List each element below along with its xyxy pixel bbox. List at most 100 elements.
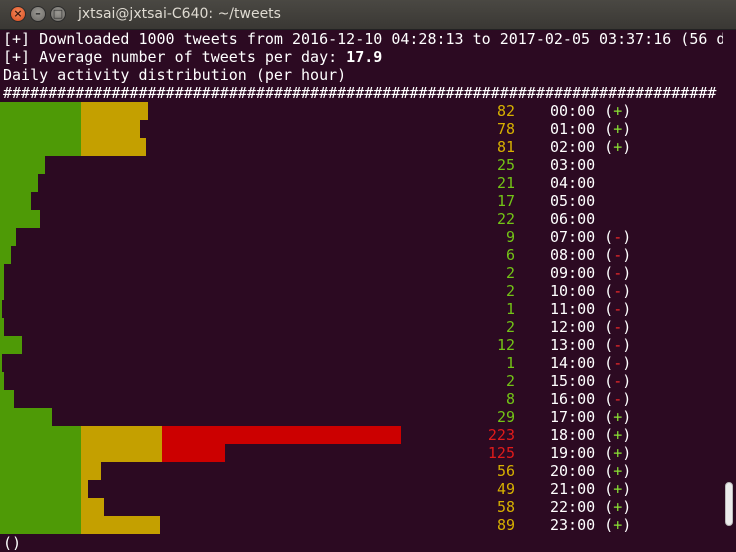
activity-bar-yellow (81, 516, 161, 534)
tweet-count: 223 (487, 426, 515, 444)
above-average-flag: + (613, 444, 623, 462)
above-average-flag: + (613, 426, 623, 444)
activity-bar-yellow (81, 462, 101, 480)
tweet-count: 1 (505, 354, 515, 372)
terminal-output[interactable]: [+] Downloaded 1000 tweets from 2016-12-… (0, 30, 723, 552)
hour-time: 17:00 (550, 408, 596, 426)
terminal-scrollbar[interactable] (723, 30, 736, 552)
window-titlebar: × – □ jxtsai@jxtsai-C640: ~/tweets (0, 0, 736, 30)
tweet-count: 2 (505, 372, 515, 390)
minimize-window-button[interactable]: – (30, 6, 46, 22)
activity-bar-green (0, 390, 15, 408)
tweet-count: 2 (505, 264, 515, 282)
activity-bar-green (0, 138, 81, 156)
hour-label: 16:00 (-) (550, 390, 632, 408)
activity-bar-yellow (81, 138, 146, 156)
tweet-count: 8 (505, 390, 515, 408)
hour-label: 04:00 (550, 174, 595, 192)
hour-time: 03:00 (550, 156, 596, 174)
activity-bar-green (0, 264, 4, 282)
distribution-heading: Daily activity distribution (per hour) (3, 66, 347, 84)
scrollbar-thumb[interactable] (725, 482, 733, 526)
hour-label: 11:00 (-) (550, 300, 632, 318)
average-line: [+] Average number of tweets per day: 17… (3, 48, 382, 66)
hour-time: 10:00 (550, 282, 596, 300)
activity-bar-green (0, 246, 11, 264)
activity-bar-yellow (81, 102, 148, 120)
average-value: 17.9 (346, 48, 383, 66)
activity-bar-green (0, 318, 4, 336)
tweet-count: 89 (496, 516, 515, 534)
tweet-count: 12 (496, 336, 515, 354)
hour-time: 02:00 (550, 138, 596, 156)
maximize-window-button[interactable]: □ (50, 6, 66, 22)
hour-time: 11:00 (550, 300, 596, 318)
hour-time: 20:00 (550, 462, 596, 480)
activity-bar-green (0, 426, 81, 444)
activity-bar-green (0, 228, 17, 246)
activity-bar-green (0, 336, 22, 354)
tweet-count: 21 (496, 174, 515, 192)
above-average-flag: + (613, 516, 623, 534)
close-window-button[interactable]: × (10, 6, 26, 22)
hour-time: 23:00 (550, 516, 596, 534)
tweet-count: 22 (496, 210, 515, 228)
below-average-flag: - (613, 318, 623, 336)
activity-bar-green (0, 516, 81, 534)
activity-bar-red (162, 444, 225, 462)
tweet-count: 81 (496, 138, 515, 156)
hour-time: 04:00 (550, 174, 596, 192)
hour-time: 18:00 (550, 426, 596, 444)
activity-bar-red (162, 426, 402, 444)
tweet-count: 58 (496, 498, 515, 516)
hour-label: 19:00 (+) (550, 444, 632, 462)
hour-time: 15:00 (550, 372, 596, 390)
maximize-icon: □ (52, 7, 64, 20)
hour-label: 05:00 (550, 192, 595, 210)
above-average-flag: + (613, 408, 623, 426)
hour-time: 14:00 (550, 354, 596, 372)
tweet-count: 6 (505, 246, 515, 264)
hour-time: 06:00 (550, 210, 596, 228)
activity-bar-green (0, 300, 2, 318)
hour-label: 12:00 (-) (550, 318, 632, 336)
hour-label: 09:00 (-) (550, 264, 632, 282)
hour-time: 07:00 (550, 228, 596, 246)
below-average-flag: - (613, 354, 623, 372)
hour-label: 02:00 (+) (550, 138, 632, 156)
hour-label: 01:00 (+) (550, 120, 632, 138)
activity-bar-green (0, 120, 81, 138)
hour-time: 19:00 (550, 444, 596, 462)
activity-bar-yellow (81, 444, 162, 462)
below-average-flag: - (613, 336, 623, 354)
hour-label: 10:00 (-) (550, 282, 632, 300)
tweet-count: 1 (505, 300, 515, 318)
activity-bar-green (0, 462, 81, 480)
activity-bar-green (0, 192, 31, 210)
separator-line: ########################################… (3, 84, 717, 102)
above-average-flag: + (613, 120, 623, 138)
below-average-flag: - (613, 264, 623, 282)
activity-bar-green (0, 354, 2, 372)
hour-label: 00:00 (+) (550, 102, 632, 120)
close-icon: × (13, 7, 23, 20)
tweet-count: 56 (496, 462, 515, 480)
above-average-flag: + (613, 498, 623, 516)
below-average-flag: - (613, 228, 623, 246)
hour-label: 13:00 (-) (550, 336, 632, 354)
tweet-count: 29 (496, 408, 515, 426)
below-average-flag: - (613, 390, 623, 408)
activity-bar-yellow (81, 120, 141, 138)
tweet-count: 78 (496, 120, 515, 138)
hour-time: 16:00 (550, 390, 596, 408)
hour-label: 03:00 (550, 156, 595, 174)
tweet-count: 2 (505, 282, 515, 300)
tweet-count: 17 (496, 192, 515, 210)
hour-label: 15:00 (-) (550, 372, 632, 390)
above-average-flag: + (613, 462, 623, 480)
tweet-count: 49 (496, 480, 515, 498)
activity-bar-yellow (81, 498, 105, 516)
hour-time: 21:00 (550, 480, 596, 498)
hour-time: 09:00 (550, 264, 596, 282)
below-average-flag: - (613, 372, 623, 390)
